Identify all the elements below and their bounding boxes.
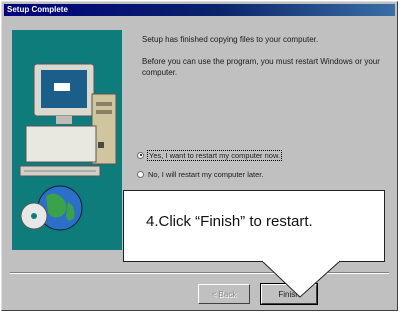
radio-restart-now[interactable] bbox=[137, 151, 144, 159]
dialog-titlebar: Setup Complete bbox=[4, 4, 395, 16]
setup-complete-dialog: Setup Complete Setup has finished copyin… bbox=[1, 1, 398, 311]
finish-button[interactable]: Finish bbox=[260, 283, 318, 305]
instruction-text: 4.Click “Finish” to restart. bbox=[146, 213, 313, 230]
radio-restart-later[interactable] bbox=[137, 170, 144, 178]
back-button[interactable]: < Back bbox=[198, 284, 250, 304]
computer-and-globe-icon bbox=[19, 63, 117, 231]
restart-now-option[interactable]: Yes, I want to restart my computer now. bbox=[137, 149, 283, 161]
restart-later-option[interactable]: No, I will restart my computer later. bbox=[137, 168, 263, 180]
setup-illustration bbox=[12, 30, 122, 250]
restart-later-label[interactable]: No, I will restart my computer later. bbox=[148, 170, 263, 179]
instruction-callout: 4.Click “Finish” to restart. bbox=[123, 190, 385, 262]
restart-now-label[interactable]: Yes, I want to restart my computer now. bbox=[146, 149, 283, 161]
button-separator bbox=[10, 272, 389, 274]
restart-notice: Before you can use the program, you must… bbox=[142, 57, 380, 77]
finished-message: Setup has finished copying files to your… bbox=[142, 35, 319, 44]
